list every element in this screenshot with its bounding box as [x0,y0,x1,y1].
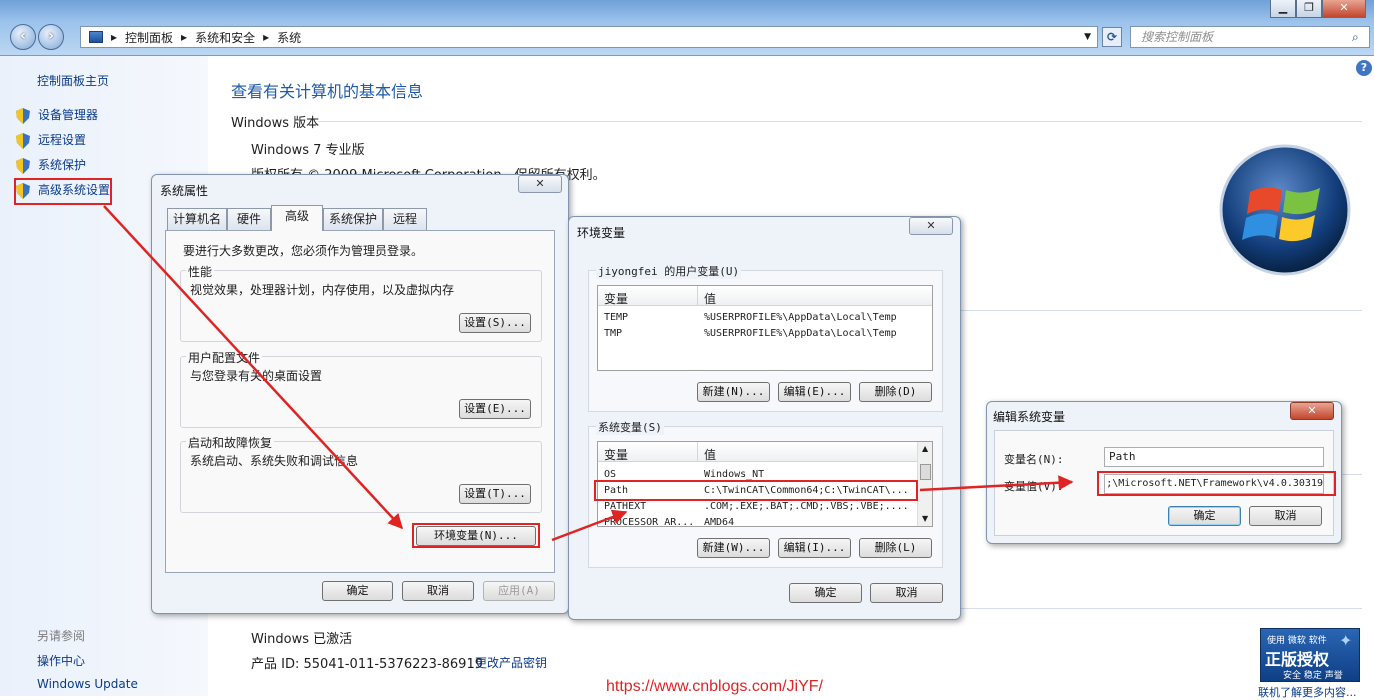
annotation-arrow [919,475,1074,492]
watermark-url: https://www.cnblogs.com/JiYF/ [606,678,823,695]
annotation-arrow [551,509,628,542]
annotation-arrow [103,205,404,530]
annotation-arrows [103,205,1074,542]
